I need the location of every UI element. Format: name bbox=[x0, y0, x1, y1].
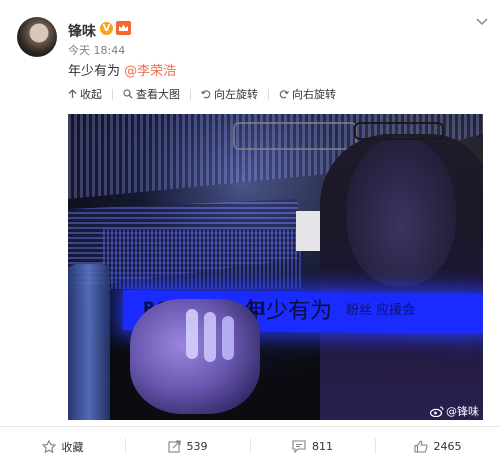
view-large-button[interactable]: 查看大图 bbox=[123, 86, 180, 102]
view-large-label: 查看大图 bbox=[136, 88, 180, 101]
arrow-up-icon bbox=[68, 89, 77, 98]
post-text: 年少有为 @李荣浩 bbox=[68, 60, 176, 79]
light-sticks bbox=[186, 309, 234, 362]
rotate-right-label: 向右旋转 bbox=[292, 88, 336, 101]
sunglasses bbox=[354, 122, 444, 140]
share-icon bbox=[167, 440, 181, 453]
rotate-left-label: 向左旋转 bbox=[214, 88, 258, 101]
media-toolbar: 收起 查看大图 向左旋转 向右旋转 bbox=[68, 85, 346, 103]
weibo-watermark: @锋味 bbox=[430, 403, 479, 419]
banner-small-text: 粉丝 应援会 bbox=[346, 303, 416, 318]
lighting-rig bbox=[233, 122, 357, 150]
weibo-post: 锋味 V 今天 18:44 年少有为 @李荣浩 收起 查看大图 向左旋转 向右旋… bbox=[0, 0, 500, 466]
rotate-right-button[interactable]: 向右旋转 bbox=[279, 86, 336, 102]
post-time[interactable]: 今天 18:44 bbox=[68, 42, 125, 58]
toolbar-divider bbox=[112, 88, 113, 100]
like-button[interactable]: 2465 bbox=[375, 427, 500, 466]
repost-count: 539 bbox=[186, 440, 208, 453]
toolbar-divider bbox=[268, 88, 269, 100]
favorite-button[interactable]: 收藏 bbox=[0, 427, 125, 466]
favorite-label: 收藏 bbox=[61, 440, 84, 454]
action-bar: 收藏 539 811 2465 bbox=[0, 426, 500, 466]
arena-stands-lower bbox=[103, 229, 303, 289]
comment-count: 811 bbox=[312, 440, 333, 453]
rotate-right-icon bbox=[279, 90, 289, 99]
toolbar-divider bbox=[190, 88, 191, 100]
rotate-left-icon bbox=[201, 90, 211, 99]
comment-icon bbox=[292, 440, 306, 453]
collapse-button[interactable]: 收起 bbox=[68, 86, 102, 102]
chevron-down-icon[interactable] bbox=[476, 18, 488, 26]
star-icon bbox=[41, 440, 56, 453]
comment-button[interactable]: 811 bbox=[250, 427, 375, 466]
watermark-text: @锋味 bbox=[446, 405, 479, 418]
post-photo[interactable]: RONGHAO LI 年少有为 粉丝 应援会 @锋味 bbox=[68, 114, 483, 420]
weibo-logo-icon bbox=[430, 405, 444, 417]
collapse-label: 收起 bbox=[80, 88, 102, 101]
like-count: 2465 bbox=[433, 440, 462, 453]
avatar[interactable] bbox=[17, 17, 57, 57]
mention-link[interactable]: @李荣浩 bbox=[124, 64, 176, 79]
thumbs-up-icon bbox=[413, 440, 428, 453]
person-face bbox=[346, 136, 456, 286]
repost-button[interactable]: 539 bbox=[125, 427, 250, 466]
search-icon bbox=[123, 89, 133, 99]
username[interactable]: 锋味 bbox=[68, 21, 96, 41]
water-bottle bbox=[68, 264, 110, 420]
vip-crown-icon[interactable] bbox=[116, 21, 131, 35]
rotate-left-button[interactable]: 向左旋转 bbox=[201, 86, 258, 102]
verified-badge: V bbox=[100, 22, 113, 35]
post-body: 年少有为 bbox=[68, 64, 125, 79]
